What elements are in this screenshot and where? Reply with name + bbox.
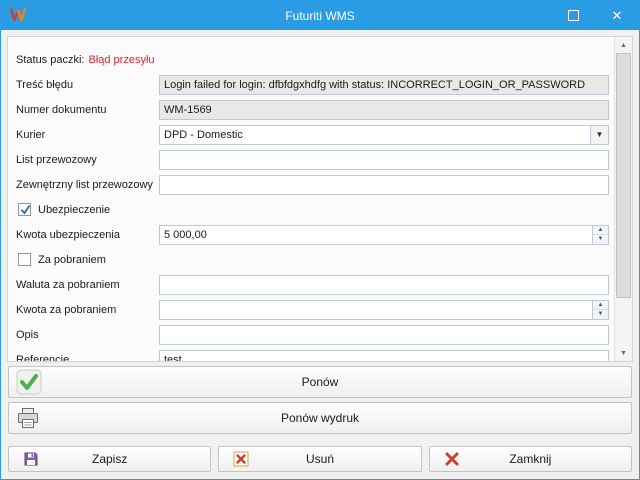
status-row: Status paczki: Błąd przesyłu bbox=[16, 47, 609, 72]
retry-button-label: Ponów bbox=[302, 375, 339, 389]
delete-button-label: Usuń bbox=[306, 452, 334, 466]
field-label: Numer dokumentu bbox=[16, 104, 159, 116]
status-label: Status paczki: bbox=[16, 54, 84, 66]
scroll-thumb[interactable] bbox=[616, 53, 631, 298]
cod-amount-field[interactable]: ▲ ▼ bbox=[159, 300, 609, 320]
field-label: List przewozowy bbox=[16, 154, 159, 166]
retry-print-button[interactable]: Ponów wydruk bbox=[8, 402, 632, 434]
spin-up-button[interactable]: ▲ bbox=[593, 226, 608, 236]
scroll-up-button[interactable]: ▲ bbox=[615, 37, 632, 53]
field-label: Opis bbox=[16, 329, 159, 341]
field-label: Kurier bbox=[16, 129, 159, 141]
spin-down-button[interactable]: ▼ bbox=[593, 235, 608, 244]
close-x-icon bbox=[444, 451, 460, 467]
maximize-button[interactable] bbox=[551, 1, 595, 30]
maximize-icon bbox=[568, 10, 579, 21]
form-row: List przewozowy bbox=[16, 147, 609, 172]
field-label: Kwota za pobraniem bbox=[16, 304, 159, 316]
external-waybill-input[interactable] bbox=[160, 176, 608, 194]
field-label: Treść błędu bbox=[16, 79, 159, 91]
close-dialog-button[interactable]: Zamknij bbox=[429, 446, 632, 472]
save-icon bbox=[23, 451, 39, 467]
form-row: Kwota ubezpieczenia ▲ ▼ bbox=[16, 222, 609, 247]
form-content: Status paczki: Błąd przesyłu Treść błędu… bbox=[8, 37, 614, 361]
retry-button[interactable]: Ponów bbox=[8, 366, 632, 398]
checkbox-row: Ubezpieczenie bbox=[16, 197, 609, 222]
form-row: Treść błędu bbox=[16, 72, 609, 97]
insurance-checkbox[interactable] bbox=[18, 203, 31, 216]
cod-currency-input[interactable] bbox=[160, 276, 608, 294]
printer-icon bbox=[16, 406, 40, 430]
close-dialog-button-label: Zamknij bbox=[509, 452, 551, 466]
save-button[interactable]: Zapisz bbox=[8, 446, 211, 472]
close-button[interactable]: ✕ bbox=[595, 1, 639, 30]
spin-down-button[interactable]: ▼ bbox=[593, 310, 608, 319]
insurance-amount-spinner: ▲ ▼ bbox=[592, 226, 608, 244]
form-row: Opis bbox=[16, 322, 609, 347]
dialog-window: Futuriti WMS ✕ Status paczki: Błąd przes… bbox=[0, 0, 640, 480]
references-input[interactable] bbox=[160, 351, 608, 362]
form-row: Zewnętrzny list przewozowy bbox=[16, 172, 609, 197]
cod-checkbox-label: Za pobraniem bbox=[38, 254, 106, 266]
waybill-field[interactable] bbox=[159, 150, 609, 170]
courier-select[interactable]: DPD - Domestic ▼ bbox=[159, 125, 609, 145]
save-button-label: Zapisz bbox=[92, 452, 127, 466]
document-number-field[interactable] bbox=[159, 100, 609, 120]
close-icon: ✕ bbox=[612, 9, 623, 22]
app-logo-icon bbox=[9, 7, 27, 23]
check-icon bbox=[16, 369, 42, 395]
delete-button[interactable]: Usuń bbox=[218, 446, 421, 472]
form-row: Waluta za pobraniem bbox=[16, 272, 609, 297]
field-label: Waluta za pobraniem bbox=[16, 279, 159, 291]
window-title: Futuriti WMS bbox=[285, 9, 354, 23]
description-input[interactable] bbox=[160, 326, 608, 344]
retry-print-button-label: Ponów wydruk bbox=[281, 411, 359, 425]
form-panel: Status paczki: Błąd przesyłu Treść błędu… bbox=[7, 36, 633, 362]
bottom-button-row: Zapisz Usuń Zamknij bbox=[8, 446, 632, 472]
field-label: Zewnętrzny list przewozowy bbox=[16, 179, 159, 191]
window-controls: ✕ bbox=[551, 1, 639, 30]
scrollbar[interactable]: ▲ ▼ bbox=[614, 37, 632, 361]
form-row: Numer dokumentu bbox=[16, 97, 609, 122]
error-message-field bbox=[159, 75, 609, 95]
form-row: Kurier DPD - Domestic ▼ bbox=[16, 122, 609, 147]
spin-up-button[interactable]: ▲ bbox=[593, 301, 608, 311]
field-label: Referencje bbox=[16, 354, 159, 362]
cod-checkbox[interactable] bbox=[18, 253, 31, 266]
field-label: Kwota ubezpieczenia bbox=[16, 229, 159, 241]
cod-amount-spinner: ▲ ▼ bbox=[592, 301, 608, 319]
references-field[interactable] bbox=[159, 350, 609, 362]
checkbox-row: Za pobraniem bbox=[16, 247, 609, 272]
form-row: Referencje bbox=[16, 347, 609, 361]
cod-amount-input[interactable] bbox=[160, 301, 592, 319]
insurance-amount-field[interactable]: ▲ ▼ bbox=[159, 225, 609, 245]
courier-selected-value: DPD - Domestic bbox=[160, 126, 590, 144]
document-number-input[interactable] bbox=[160, 101, 608, 119]
insurance-amount-input[interactable] bbox=[160, 226, 592, 244]
titlebar: Futuriti WMS ✕ bbox=[1, 1, 639, 30]
scroll-down-button[interactable]: ▼ bbox=[615, 345, 632, 361]
external-waybill-field[interactable] bbox=[159, 175, 609, 195]
description-field[interactable] bbox=[159, 325, 609, 345]
insurance-checkbox-label: Ubezpieczenie bbox=[38, 204, 110, 216]
form-row: Kwota za pobraniem ▲ ▼ bbox=[16, 297, 609, 322]
delete-icon bbox=[233, 451, 249, 467]
cod-currency-field[interactable] bbox=[159, 275, 609, 295]
dropdown-arrow-icon[interactable]: ▼ bbox=[590, 126, 608, 144]
error-message-input bbox=[160, 76, 608, 94]
status-value: Błąd przesyłu bbox=[88, 54, 154, 66]
scroll-track[interactable] bbox=[615, 53, 632, 345]
waybill-input[interactable] bbox=[160, 151, 608, 169]
